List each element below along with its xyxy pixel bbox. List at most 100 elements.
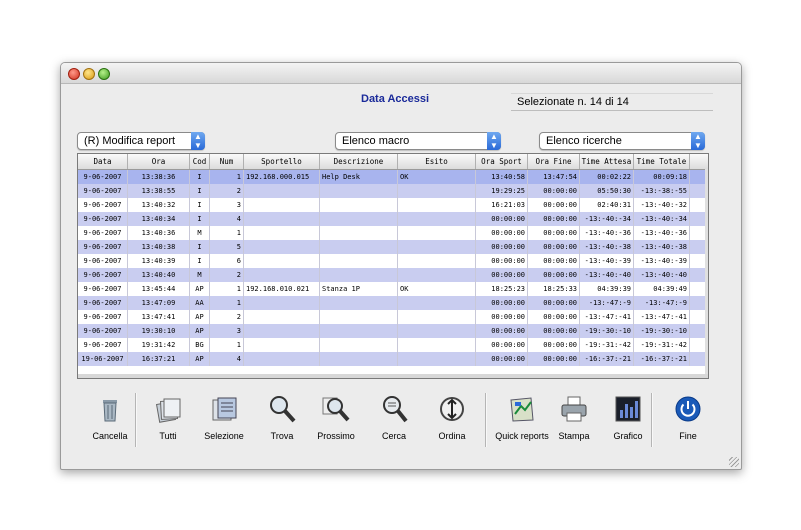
power-icon <box>673 394 703 424</box>
fine-button[interactable]: Fine <box>661 389 715 455</box>
report-popup[interactable]: (R) Modifica report ▲ ▼ <box>77 132 205 150</box>
table-cell <box>398 352 476 366</box>
table-cell: 00:00:00 <box>528 324 580 338</box>
table-row[interactable]: 9-06-2007 19:30:10 AP 3 00:00:00 00:00:00 -19:… <box>78 324 708 338</box>
resize-grip-icon[interactable] <box>729 457 739 467</box>
table-row[interactable]: 9-06-2007 13:45:44 AP 1 192.168.010.021 Stanz… <box>78 282 708 296</box>
ordina-label: Ordina <box>438 431 466 441</box>
vertical-scrollbar[interactable] <box>705 169 708 374</box>
ricerche-popup[interactable]: Elenco ricerche ▲ ▼ <box>539 132 705 150</box>
table-cell: 9-06-2007 <box>78 324 128 338</box>
table-cell: -13:-40:-32 <box>634 198 690 212</box>
main-window: Data Accessi Selezionate n. 14 di 14 (R)… <box>60 62 742 470</box>
cancella-button[interactable]: Cancella <box>83 389 137 455</box>
table-cell: 19:29:25 <box>476 184 528 198</box>
table-cell: 192.168.000.015 <box>244 170 320 184</box>
table-cell: 13:40:58 <box>476 170 528 184</box>
table-cell <box>320 254 398 268</box>
table-cell: 9-06-2007 <box>78 240 128 254</box>
macro-popup[interactable]: Elenco macro ▲ ▼ <box>335 132 501 150</box>
table-cell: 13:40:38 <box>128 240 190 254</box>
trova-button[interactable]: Trova <box>255 389 309 455</box>
table-cell: 00:00:00 <box>528 296 580 310</box>
popup-arrows-icon: ▲ ▼ <box>191 132 205 150</box>
column-header[interactable]: Ora Fine <box>528 154 580 169</box>
column-header[interactable]: Sportello <box>244 154 320 169</box>
selezione-button[interactable]: Selezione <box>197 389 251 455</box>
table-cell <box>398 338 476 352</box>
table-cell: 00:00:00 <box>476 226 528 240</box>
close-window-button[interactable] <box>68 68 80 80</box>
quick-reports-button[interactable]: Quick reports <box>495 389 549 455</box>
column-header[interactable]: Cod <box>190 154 210 169</box>
table-row[interactable]: 9-06-2007 13:38:55 I 2 19:29:25 00:00:00 05:50… <box>78 184 708 198</box>
table-cell: 00:00:00 <box>476 240 528 254</box>
table-cell <box>244 352 320 366</box>
table-cell: BG <box>190 338 210 352</box>
table-row[interactable]: 9-06-2007 13:40:39 I 6 00:00:00 00:00:00 -13:-… <box>78 254 708 268</box>
table-cell: M <box>190 226 210 240</box>
table-cell: 13:40:32 <box>128 198 190 212</box>
table-cell: 00:00:00 <box>528 240 580 254</box>
table-cell: 2 <box>210 184 244 198</box>
table-row[interactable]: 9-06-2007 13:47:09 AA 1 00:00:00 00:00:00 -13:… <box>78 296 708 310</box>
table-row[interactable]: 9-06-2007 13:40:38 I 5 00:00:00 00:00:00 -13:-… <box>78 240 708 254</box>
table-cell: -13:-38:-55 <box>634 184 690 198</box>
table-cell: 18:25:33 <box>528 282 580 296</box>
cerca-button[interactable]: Cerca <box>367 389 421 455</box>
table-cell: 19:30:10 <box>128 324 190 338</box>
magnifier-icon <box>267 394 297 424</box>
stampa-button[interactable]: Stampa <box>547 389 601 455</box>
table-row[interactable]: 9-06-2007 13:40:32 I 3 16:21:03 00:00:00 02:40… <box>78 198 708 212</box>
table-cell <box>398 324 476 338</box>
table-cell: 3 <box>210 198 244 212</box>
table-row[interactable]: 9-06-2007 13:40:36 M 1 00:00:00 00:00:00 -13:-… <box>78 226 708 240</box>
prossimo-button[interactable]: Prossimo <box>309 389 363 455</box>
table-cell: -13:-40:-36 <box>634 226 690 240</box>
magnifier-search-icon <box>379 394 409 424</box>
tutti-button[interactable]: Tutti <box>141 389 195 455</box>
ordina-button[interactable]: Ordina <box>425 389 479 455</box>
minimize-window-button[interactable] <box>83 68 95 80</box>
column-header[interactable]: Num <box>210 154 244 169</box>
column-header[interactable]: Time Attesa <box>580 154 634 169</box>
table-cell <box>244 296 320 310</box>
table-row[interactable]: 9-06-2007 19:31:42 BG 1 00:00:00 00:00:00 -19:… <box>78 338 708 352</box>
table-row[interactable]: 9-06-2007 13:47:41 AP 2 00:00:00 00:00:00 -13:… <box>78 310 708 324</box>
column-header[interactable]: Data <box>78 154 128 169</box>
table-cell <box>398 198 476 212</box>
table-cell <box>244 268 320 282</box>
table-cell: 13:47:54 <box>528 170 580 184</box>
table-cell: Stanza 1P <box>320 282 398 296</box>
table-cell: 4 <box>210 352 244 366</box>
table-row[interactable]: 9-06-2007 13:40:40 M 2 00:00:00 00:00:00 -13:-… <box>78 268 708 282</box>
table-cell: 9-06-2007 <box>78 212 128 226</box>
column-header[interactable]: Time Totale <box>634 154 690 169</box>
table-cell: -13:-40:-34 <box>580 212 634 226</box>
table-cell: -13:-47:-9 <box>580 296 634 310</box>
popup-arrows-icon: ▲ ▼ <box>691 132 705 150</box>
table-header: Data Ora Cod Num Sportello Descrizione Esito Or… <box>78 154 708 170</box>
table-cell: Help Desk <box>320 170 398 184</box>
table-row[interactable]: 9-06-2007 13:40:34 I 4 00:00:00 00:00:00 -13:-… <box>78 212 708 226</box>
grafico-button[interactable]: Grafico <box>601 389 655 455</box>
table-row[interactable]: 9-06-2007 13:38:36 I 1 192.168.000.015 Help D… <box>78 170 708 184</box>
selection-icon <box>209 394 239 424</box>
zoom-window-button[interactable] <box>98 68 110 80</box>
column-header[interactable]: Descrizione <box>320 154 398 169</box>
table-cell: 9-06-2007 <box>78 184 128 198</box>
table-cell: 00:00:00 <box>528 268 580 282</box>
table-cell <box>398 268 476 282</box>
column-header[interactable]: Ora <box>128 154 190 169</box>
column-header[interactable]: Esito <box>398 154 476 169</box>
column-header[interactable]: Ora Sport <box>476 154 528 169</box>
access-table[interactable]: Data Ora Cod Num Sportello Descrizione Esito Or… <box>77 153 709 379</box>
table-cell: 9-06-2007 <box>78 282 128 296</box>
horizontal-scrollbar[interactable] <box>78 374 708 378</box>
table-cell: AP <box>190 310 210 324</box>
table-cell: -13:-47:-41 <box>580 310 634 324</box>
table-cell <box>398 296 476 310</box>
table-cell <box>244 338 320 352</box>
table-row[interactable]: 19-06-2007 16:37:21 AP 4 00:00:00 00:00:00 -16… <box>78 352 708 366</box>
table-cell: M <box>190 268 210 282</box>
